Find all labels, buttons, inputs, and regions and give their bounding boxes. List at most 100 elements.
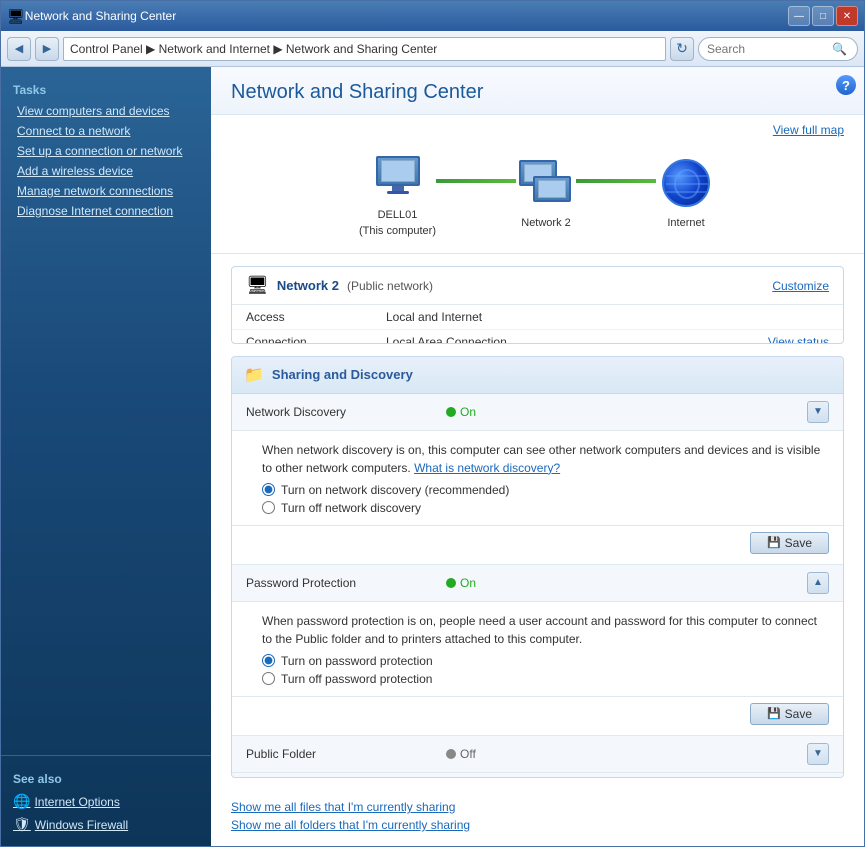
public-folder-status: Off	[460, 747, 476, 761]
customize-link[interactable]: Customize	[772, 279, 829, 293]
back-button[interactable]: ◀	[7, 37, 31, 61]
search-box: 🔍	[698, 37, 858, 61]
view-status-link[interactable]: View status	[768, 335, 829, 344]
public-folder-label: Public Folder	[246, 747, 446, 761]
internet-label: Internet	[667, 217, 704, 229]
network-label: Network 2	[521, 217, 571, 229]
sidebar-item-connect[interactable]: Connect to a network	[1, 121, 211, 141]
sidebar-item-manage[interactable]: Manage network connections	[1, 181, 211, 201]
address-bar: ◀ ▶ Control Panel ▶ Network and Internet…	[1, 31, 864, 67]
password-desc: When password protection is on, people n…	[262, 612, 829, 648]
turn-off-discovery-radio[interactable]	[262, 501, 275, 514]
computer-label: DELL01	[378, 209, 418, 221]
public-folder-dot	[446, 749, 456, 759]
password-status-dot	[446, 578, 456, 588]
connection-value: Local Area Connection	[386, 335, 768, 344]
turn-on-discovery-option[interactable]: Turn on network discovery (recommended)	[262, 483, 829, 497]
turn-on-discovery-label: Turn on network discovery (recommended)	[281, 483, 509, 497]
turn-off-password-option[interactable]: Turn off password protection	[262, 672, 829, 686]
sharing-header: 📁 Sharing and Discovery	[232, 357, 843, 394]
maximize-button[interactable]: □	[812, 6, 834, 26]
see-also-title: See also	[1, 766, 211, 790]
password-detail: When password protection is on, people n…	[232, 602, 843, 697]
discovery-save-button[interactable]: 💾 Save	[750, 532, 829, 554]
bottom-links: Show me all files that I'm currently sha…	[211, 790, 864, 846]
sidebar-tasks: Tasks View computers and devices Connect…	[1, 77, 211, 221]
network-discovery-desc: When network discovery is on, this compu…	[262, 441, 829, 477]
access-value: Local and Internet	[386, 310, 829, 324]
show-folders-link[interactable]: Show me all folders that I'm currently s…	[231, 818, 844, 832]
internet-icon	[656, 153, 716, 213]
password-save-row: 💾 Save	[232, 697, 843, 736]
sidebar-item-view-computers[interactable]: View computers and devices	[1, 101, 211, 121]
close-button[interactable]: ✕	[836, 6, 858, 26]
sidebar-tasks-title: Tasks	[1, 77, 211, 101]
search-icon[interactable]: 🔍	[830, 38, 849, 60]
title-bar-icon: 🖥	[7, 8, 25, 25]
sharing-section: 📁 Sharing and Discovery Network Discover…	[231, 356, 844, 778]
password-protection-label: Password Protection	[246, 576, 446, 590]
turn-off-discovery-option[interactable]: Turn off network discovery	[262, 501, 829, 515]
network-info-section: 🖥 Network 2 (Public network) Customize A…	[231, 266, 844, 344]
turn-on-discovery-radio[interactable]	[262, 483, 275, 496]
main-layout: Tasks View computers and devices Connect…	[1, 67, 864, 846]
map-items: DELL01 (This computer)	[231, 145, 844, 237]
password-status: On	[460, 576, 476, 590]
connection-row: Connection Local Area Connection View st…	[232, 330, 843, 344]
turn-on-password-option[interactable]: Turn on password protection	[262, 654, 829, 668]
password-expand-btn[interactable]: ▲	[807, 572, 829, 594]
refresh-button[interactable]: ↻	[670, 37, 694, 61]
network-header: 🖥 Network 2 (Public network) Customize	[232, 267, 843, 305]
turn-on-password-label: Turn on password protection	[281, 654, 433, 668]
network-discovery-expand-btn[interactable]: ▼	[807, 401, 829, 423]
address-path[interactable]: Control Panel ▶ Network and Internet ▶ N…	[63, 37, 666, 61]
password-save-icon: 💾	[767, 707, 781, 720]
password-save-button[interactable]: 💾 Save	[750, 703, 829, 725]
view-full-map-link[interactable]: View full map	[773, 123, 844, 137]
printer-sharing-row: Printer Sharing Off ▼	[232, 773, 843, 778]
sidebar-item-windows-firewall[interactable]: 🛡 Windows Firewall	[1, 813, 211, 836]
content-header: Network and Sharing Center	[211, 67, 864, 115]
save-icon: 💾	[767, 536, 781, 549]
minimize-button[interactable]: —	[788, 6, 810, 26]
page-title: Network and Sharing Center	[231, 81, 844, 104]
forward-button[interactable]: ▶	[35, 37, 59, 61]
sidebar-item-diagnose[interactable]: Diagnose Internet connection	[1, 201, 211, 221]
sidebar-item-wireless[interactable]: Add a wireless device	[1, 161, 211, 181]
password-protection-row: Password Protection On ▲	[232, 565, 843, 602]
network-map: View full map	[211, 115, 864, 254]
content-header-wrapper: Network and Sharing Center ?	[211, 67, 864, 115]
map-internet: Internet	[656, 153, 716, 229]
turn-on-password-radio[interactable]	[262, 654, 275, 667]
turn-off-password-radio[interactable]	[262, 672, 275, 685]
content-area: Network and Sharing Center ? View full m…	[211, 67, 864, 846]
map-network: Network 2	[516, 153, 576, 229]
access-label: Access	[246, 310, 386, 324]
network-discovery-status: On	[460, 405, 476, 419]
connector-1	[436, 179, 516, 183]
turn-off-discovery-label: Turn off network discovery	[281, 501, 421, 515]
map-computer: DELL01 (This computer)	[359, 145, 436, 237]
sidebar-item-internet-options[interactable]: 🌐 Internet Options	[1, 790, 211, 813]
network-discovery-row: Network Discovery On ▼	[232, 394, 843, 431]
search-input[interactable]	[707, 42, 830, 56]
computer-sublabel: (This computer)	[359, 225, 436, 237]
network-icon	[516, 153, 576, 213]
public-folder-expand-btn[interactable]: ▼	[807, 743, 829, 765]
show-files-link[interactable]: Show me all files that I'm currently sha…	[231, 800, 844, 814]
network-name: Network 2	[277, 278, 339, 293]
network-discovery-link[interactable]: What is network discovery?	[414, 461, 560, 475]
network-discovery-label: Network Discovery	[246, 405, 446, 419]
public-folder-row: Public Folder Off ▼	[232, 736, 843, 773]
discovery-save-row: 💾 Save	[232, 526, 843, 565]
title-bar-buttons: — □ ✕	[788, 6, 858, 26]
main-window: 🖥 Network and Sharing Center — □ ✕ ◀ ▶ C…	[0, 0, 865, 847]
help-button[interactable]: ?	[836, 75, 856, 95]
network-discovery-detail: When network discovery is on, this compu…	[232, 431, 843, 526]
computer-icon	[368, 145, 428, 205]
sidebar-item-setup[interactable]: Set up a connection or network	[1, 141, 211, 161]
network-name-area: 🖥 Network 2 (Public network)	[246, 275, 772, 296]
access-row: Access Local and Internet	[232, 305, 843, 330]
network-type: (Public network)	[347, 279, 433, 293]
connection-label: Connection	[246, 335, 386, 344]
